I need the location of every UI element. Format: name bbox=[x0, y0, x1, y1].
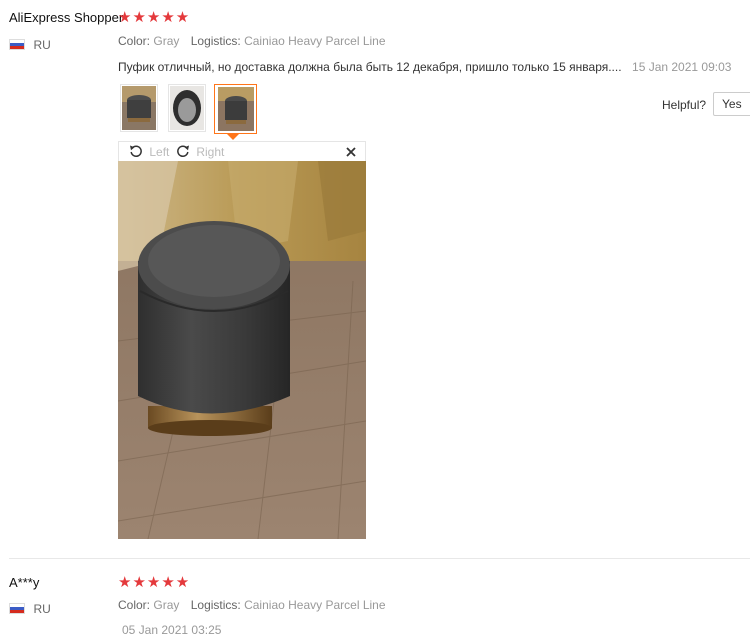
country: RU bbox=[9, 600, 51, 618]
rating-stars: ★★★★★ bbox=[118, 574, 191, 591]
review-attributes: Color: Gray Logistics: Cainiao Heavy Par… bbox=[118, 598, 386, 612]
rotate-left-control[interactable]: Left bbox=[129, 144, 169, 159]
reviewer-name: A***y bbox=[9, 575, 40, 590]
review-divider bbox=[9, 558, 750, 559]
color-label: Color: bbox=[118, 598, 151, 612]
logistics-value: Cainiao Heavy Parcel Line bbox=[244, 598, 386, 612]
close-viewer-button[interactable] bbox=[345, 143, 357, 161]
rating-stars: ★★★★★ bbox=[118, 9, 191, 26]
review-attributes: Color: Gray Logistics: Cainiao Heavy Par… bbox=[118, 34, 386, 48]
review-photo-large bbox=[118, 161, 366, 539]
pouf-photo-thumbnail bbox=[170, 86, 204, 130]
color-label: Color: bbox=[118, 34, 151, 48]
review-photo-thumb-selected[interactable] bbox=[214, 84, 257, 134]
image-viewer-toolbar: Left Right bbox=[118, 141, 366, 161]
rotate-right-icon bbox=[177, 145, 189, 158]
color-value: Gray bbox=[153, 34, 180, 48]
review-date: 15 Jan 2021 09:03 bbox=[632, 60, 732, 74]
logistics-label: Logistics: bbox=[190, 598, 241, 612]
review-photo-thumb[interactable] bbox=[168, 84, 206, 132]
russia-flag-icon bbox=[9, 603, 25, 615]
helpful-label: Helpful? bbox=[662, 98, 707, 112]
pouf-photo-thumbnail bbox=[122, 86, 156, 130]
close-icon bbox=[346, 147, 356, 157]
logistics-value: Cainiao Heavy Parcel Line bbox=[244, 34, 386, 48]
logistics-label: Logistics: bbox=[190, 34, 241, 48]
review-text: Пуфик отличный, но доставка должна была … bbox=[118, 60, 622, 74]
rotate-right-label: Right bbox=[196, 145, 225, 159]
country: RU bbox=[9, 36, 51, 54]
rotate-left-label: Left bbox=[149, 145, 170, 159]
review-body: Пуфик отличный, но доставка должна была … bbox=[118, 58, 731, 76]
helpful-yes-button[interactable]: Yes (1 bbox=[713, 92, 750, 116]
color-value: Gray bbox=[153, 598, 180, 612]
russia-flag-icon bbox=[9, 39, 25, 51]
selected-thumb-pointer bbox=[227, 134, 239, 140]
pouf-photo-thumbnail bbox=[217, 87, 254, 131]
rotate-left-icon bbox=[130, 145, 142, 158]
review-date: 05 Jan 2021 03:25 bbox=[122, 623, 222, 637]
review-photo-thumb[interactable] bbox=[120, 84, 158, 132]
country-code: RU bbox=[33, 37, 51, 52]
pouf-photo bbox=[118, 161, 366, 539]
country-code: RU bbox=[33, 601, 51, 616]
rotate-right-control[interactable]: Right bbox=[176, 144, 224, 159]
reviewer-name: AliExpress Shopper bbox=[9, 10, 124, 25]
